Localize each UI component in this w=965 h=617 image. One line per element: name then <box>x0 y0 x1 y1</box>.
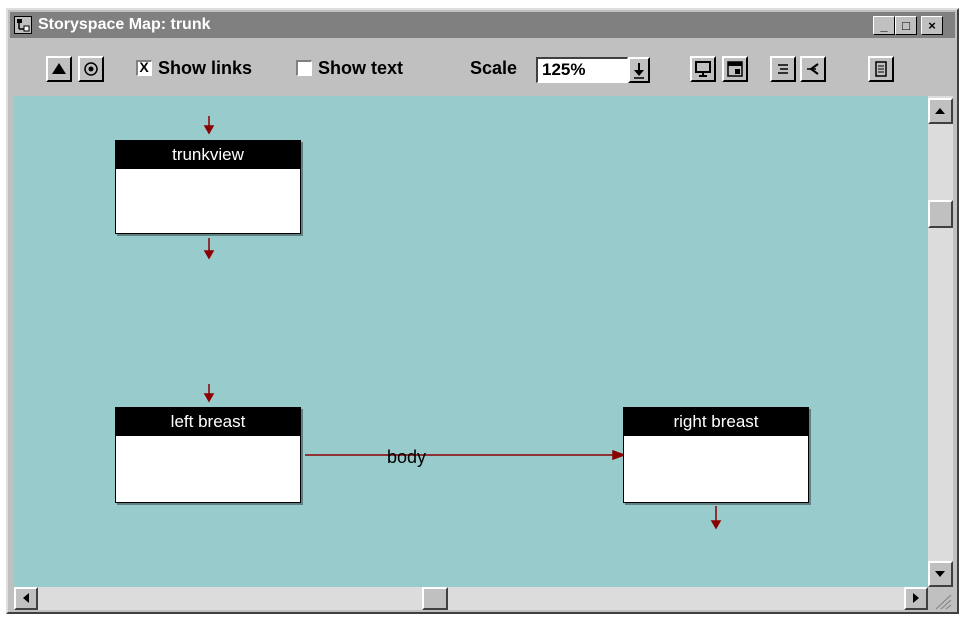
minimize-icon: _ <box>880 18 888 33</box>
maximize-icon: □ <box>902 18 910 33</box>
horizontal-scroll-thumb[interactable] <box>422 587 448 610</box>
page-view-button[interactable] <box>868 56 894 82</box>
show-text-label[interactable]: Show text <box>318 58 403 79</box>
show-links-check-mark: X <box>139 59 149 75</box>
outgoing-link-arrow-trunkview <box>203 238 215 260</box>
show-links-label[interactable]: Show links <box>158 58 252 79</box>
up-arrow-icon <box>52 63 66 74</box>
scroll-left-icon <box>23 593 29 603</box>
target-icon <box>84 62 98 76</box>
up-level-button[interactable] <box>46 56 72 82</box>
incoming-link-arrow-trunkview <box>203 116 215 135</box>
storyspace-map-window: Storyspace Map: trunk _ □ × X Show links… <box>6 8 959 614</box>
scale-dropdown-button[interactable] <box>628 57 650 83</box>
vertical-scroll-thumb[interactable] <box>928 200 953 228</box>
chevron-down-icon <box>634 63 644 79</box>
scroll-left-button[interactable] <box>14 587 38 610</box>
scroll-up-button[interactable] <box>928 98 953 124</box>
scroll-down-button[interactable] <box>928 561 953 587</box>
map-toolbar: X Show links Show text Scale 125% <box>10 40 955 92</box>
vertical-scrollbar[interactable] <box>928 96 953 587</box>
scroll-right-icon <box>913 593 919 603</box>
node-title: right breast <box>624 408 808 436</box>
outgoing-link-arrow-right-breast <box>710 506 722 530</box>
minimize-button[interactable]: _ <box>873 16 895 35</box>
scroll-down-icon <box>935 571 945 577</box>
node-left-breast[interactable]: left breast <box>115 407 301 503</box>
node-title: left breast <box>116 408 300 436</box>
resize-grip-icon <box>935 594 952 610</box>
outline-list-icon <box>778 64 788 74</box>
scale-label: Scale <box>470 58 518 78</box>
node-right-breast[interactable]: right breast <box>623 407 809 503</box>
node-title: trunkview <box>116 141 300 169</box>
close-button[interactable]: × <box>921 16 943 35</box>
scroll-right-button[interactable] <box>904 587 928 610</box>
resize-grip[interactable] <box>928 587 953 610</box>
storyspace-app-icon[interactable] <box>14 16 32 34</box>
window-layout-icon <box>727 61 743 77</box>
monitor-icon <box>695 61 711 77</box>
incoming-link-arrow-left-breast <box>203 384 215 403</box>
title-bar[interactable]: Storyspace Map: trunk _ □ × <box>10 12 955 38</box>
show-text-checkbox[interactable] <box>296 60 312 76</box>
link-back-icon <box>807 63 819 75</box>
show-links-checkbox[interactable]: X <box>136 59 152 76</box>
view-monitor-button[interactable] <box>690 56 716 82</box>
scale-input[interactable]: 125% <box>536 57 628 83</box>
horizontal-scrollbar[interactable] <box>14 587 928 610</box>
window-layout-button[interactable] <box>722 56 748 82</box>
window-title: Storyspace Map: trunk <box>38 16 211 33</box>
outline-view-button[interactable] <box>770 56 796 82</box>
target-button[interactable] <box>78 56 104 82</box>
page-icon <box>875 61 887 77</box>
node-trunkview[interactable]: trunkview <box>115 140 301 234</box>
body-link-line[interactable] <box>305 449 627 461</box>
link-back-button[interactable] <box>800 56 826 82</box>
link-label-body[interactable]: body <box>387 447 426 468</box>
scroll-up-icon <box>935 108 945 114</box>
map-canvas[interactable]: trunkview left breast right breast body <box>14 96 928 587</box>
close-icon: × <box>928 18 936 33</box>
maximize-button[interactable]: □ <box>895 16 917 35</box>
